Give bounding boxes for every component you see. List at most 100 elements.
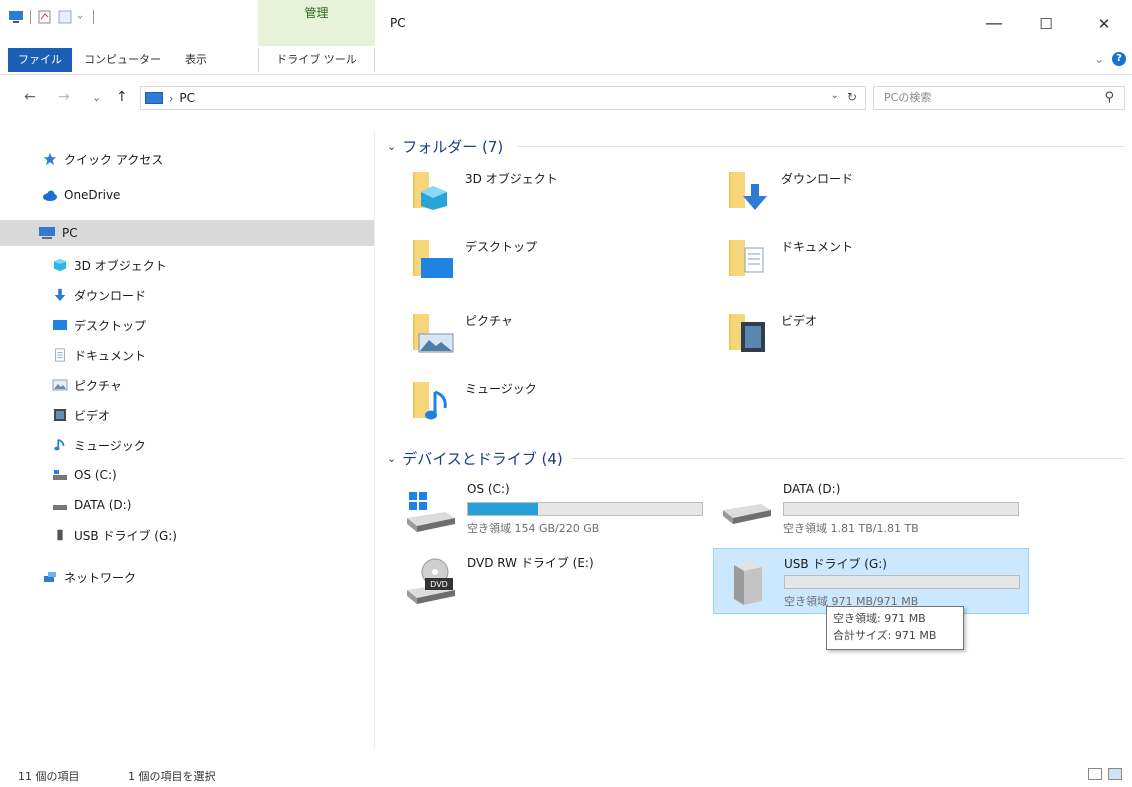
sidebar-item-label: 3D オブジェクト	[74, 258, 167, 273]
quick-access-toolbar	[8, 10, 96, 24]
ribbon-divider	[0, 74, 1132, 75]
desktop-folder-icon	[413, 240, 453, 278]
sidebar-item-quick-access[interactable]: クイック アクセス	[0, 146, 375, 172]
large-icons-view-icon[interactable]	[1108, 768, 1122, 780]
dvd-drive-icon: DVD	[407, 558, 455, 604]
pc-icon	[145, 92, 163, 104]
group-divider	[571, 458, 1125, 459]
drive-name: DVD RW ドライブ (E:)	[467, 556, 594, 570]
recent-locations-icon[interactable]: ⌄	[92, 91, 101, 104]
picture-folder-icon	[413, 314, 454, 353]
address-dropdown-icon[interactable]: ⌄	[831, 90, 839, 101]
folder-documents[interactable]: ドキュメント	[699, 228, 999, 292]
folder-label: ダウンロード	[781, 172, 854, 186]
sidebar-item-network[interactable]: ネットワーク	[0, 564, 375, 590]
breadcrumb-pc[interactable]: PC	[179, 91, 195, 105]
drive-usb-g[interactable]: USB ドライブ (G:) 空き領域 971 MB/971 MB	[713, 548, 1029, 614]
download-folder-icon	[729, 172, 767, 210]
tab-drive-tools[interactable]: ドライブ ツール	[258, 48, 375, 72]
help-icon[interactable]: ?	[1112, 52, 1126, 66]
3d-objects-folder-icon	[413, 172, 447, 210]
new-folder-icon[interactable]	[57, 10, 73, 24]
drive-icon	[53, 505, 67, 510]
music-icon	[54, 438, 65, 451]
up-arrow-icon[interactable]: ↑	[116, 89, 128, 105]
folder-pictures[interactable]: ピクチャ	[383, 302, 683, 366]
drive-free-space: 空き領域 1.81 TB/1.81 TB	[783, 522, 919, 535]
navigation-pane: クイック アクセス OneDrive PC 3D オブジェクト ダウンロード デ…	[0, 130, 375, 750]
sidebar-item-pictures[interactable]: ピクチャ	[0, 372, 375, 398]
group-header-label: デバイスとドライブ (4)	[402, 450, 563, 468]
sidebar-item-label: ミュージック	[74, 438, 146, 453]
drive-name: DATA (D:)	[783, 482, 841, 496]
folder-3d-objects[interactable]: 3D オブジェクト	[383, 160, 683, 224]
expand-ribbon-icon[interactable]: ⌄	[1094, 52, 1104, 66]
breadcrumb-separator[interactable]: ›	[169, 92, 173, 105]
address-bar[interactable]: › PC ⌄ ↻	[140, 86, 866, 110]
folder-music[interactable]: ミュージック	[383, 370, 683, 434]
search-icon[interactable]: ⚲	[1104, 87, 1114, 109]
sidebar-item-label: ドキュメント	[74, 348, 147, 363]
sidebar-item-onedrive[interactable]: OneDrive	[0, 182, 375, 208]
customize-chevron-icon[interactable]	[77, 10, 87, 24]
tooltip-total-size: 合計サイズ: 971 MB	[833, 629, 937, 642]
drive-os-c[interactable]: OS (C:) 空き領域 154 GB/220 GB	[397, 476, 713, 542]
svg-text:DVD: DVD	[430, 580, 448, 589]
sidebar-item-downloads[interactable]: ダウンロード	[0, 282, 375, 308]
group-divider	[517, 146, 1125, 147]
sidebar-item-documents[interactable]: ドキュメント	[0, 342, 375, 368]
folder-label: デスクトップ	[465, 240, 538, 254]
folder-label: ドキュメント	[781, 240, 854, 254]
sidebar-item-usb-drive[interactable]: USB ドライブ (G:)	[0, 522, 375, 548]
sidebar-item-videos[interactable]: ビデオ	[0, 402, 375, 428]
back-arrow-icon[interactable]: ←	[24, 89, 36, 105]
content-pane: ⌄ フォルダー (7) 3D オブジェクト ダウンロード デスクトップ ドキュメ…	[383, 130, 1128, 750]
folder-desktop[interactable]: デスクトップ	[383, 228, 683, 292]
folder-videos[interactable]: ビデオ	[699, 302, 999, 366]
drive-name: OS (C:)	[467, 482, 510, 496]
sidebar-item-pc[interactable]: PC	[0, 220, 375, 246]
toolbar-separator	[93, 10, 94, 24]
folder-label: ピクチャ	[465, 314, 513, 328]
desktop-icon	[53, 320, 67, 330]
ribbon-tabs: ファイル コンピューター 表示 ドライブ ツール	[0, 46, 1132, 74]
tab-file[interactable]: ファイル	[8, 48, 72, 72]
forward-arrow-icon[interactable]: →	[58, 89, 70, 105]
folders-group-header[interactable]: ⌄ フォルダー (7)	[387, 136, 503, 157]
chevron-down-icon[interactable]: ⌄	[387, 452, 396, 465]
sidebar-item-music[interactable]: ミュージック	[0, 432, 375, 458]
item-count: 11 個の項目	[18, 770, 80, 783]
sidebar-item-label: DATA (D:)	[74, 498, 132, 512]
minimize-button[interactable]: —	[974, 10, 1014, 38]
folder-downloads[interactable]: ダウンロード	[699, 160, 999, 224]
document-folder-icon	[729, 240, 764, 276]
pc-icon	[39, 227, 55, 239]
drive-dvd-e[interactable]: DVD DVD RW ドライブ (E:)	[397, 548, 713, 614]
tab-view[interactable]: 表示	[173, 48, 219, 72]
sidebar-item-desktop[interactable]: デスクトップ	[0, 312, 375, 338]
pc-icon[interactable]	[8, 10, 24, 24]
window-title: PC	[390, 16, 406, 30]
manage-tab-label[interactable]: 管理	[258, 4, 375, 21]
navigation-pane-edge	[374, 130, 375, 750]
3d-objects-icon	[53, 258, 67, 272]
search-input[interactable]: PCの検索 ⚲	[873, 86, 1125, 110]
sidebar-item-3d-objects[interactable]: 3D オブジェクト	[0, 252, 375, 278]
drive-usage-bar	[783, 502, 1019, 516]
music-folder-icon	[413, 382, 447, 420]
properties-icon[interactable]	[37, 10, 53, 24]
details-view-icon[interactable]	[1088, 768, 1102, 780]
tab-computer[interactable]: コンピューター	[72, 48, 173, 72]
drives-group-header[interactable]: ⌄ デバイスとドライブ (4)	[387, 448, 563, 469]
sidebar-item-data-drive[interactable]: DATA (D:)	[0, 492, 375, 518]
hard-drive-icon	[723, 504, 771, 524]
refresh-icon[interactable]: ↻	[847, 90, 857, 104]
chevron-down-icon[interactable]: ⌄	[387, 140, 396, 153]
maximize-button[interactable]: ☐	[1026, 10, 1066, 38]
close-button[interactable]: ✕	[1084, 10, 1124, 38]
drive-name: USB ドライブ (G:)	[784, 557, 887, 571]
group-header-label: フォルダー (7)	[402, 138, 504, 156]
sidebar-item-os-drive[interactable]: OS (C:)	[0, 462, 375, 488]
drive-data-d[interactable]: DATA (D:) 空き領域 1.81 TB/1.81 TB	[713, 476, 1029, 542]
usb-icon	[57, 529, 63, 541]
